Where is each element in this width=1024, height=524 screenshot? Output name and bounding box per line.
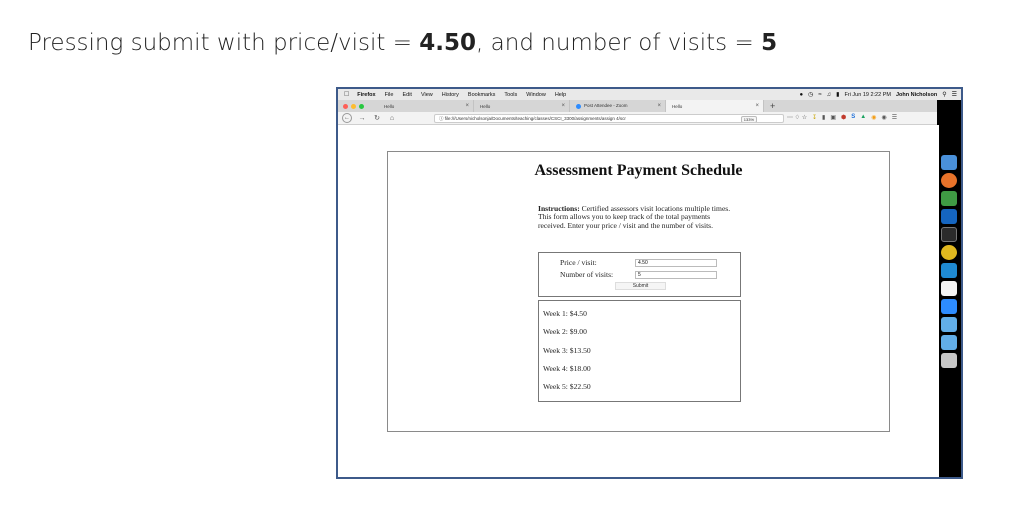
page-title: Assessment Payment Schedule — [534, 162, 743, 179]
back-arrow-icon[interactable]: ← — [342, 113, 352, 123]
tab-hello-1[interactable]: Hello × — [378, 100, 474, 112]
zoom-favicon-icon — [576, 103, 581, 109]
word-icon[interactable] — [941, 281, 957, 296]
menu-history[interactable]: History — [442, 92, 459, 98]
menu-file[interactable]: File — [385, 92, 394, 98]
reload-icon[interactable]: ↻ — [372, 114, 382, 122]
sidebar-icon[interactable]: ▣ — [830, 114, 836, 121]
pocket-icon[interactable]: ♢ — [795, 115, 800, 121]
menu-help[interactable]: Help — [555, 92, 566, 98]
tab-bar: Hello × Hello × Post Attendee - Zoom × H… — [338, 100, 961, 112]
hamburger-menu-icon[interactable]: ☰ — [892, 114, 897, 121]
browser-screenshot:  Firefox File Edit View History Bookmar… — [336, 87, 963, 479]
menu-view[interactable]: View — [421, 92, 433, 98]
visits-input[interactable]: 5 — [635, 271, 717, 279]
caption-visits: 5 — [761, 30, 778, 56]
result-week-5: Week 5: $22.50 — [543, 382, 591, 391]
menu-edit[interactable]: Edit — [402, 92, 411, 98]
spotlight-icon[interactable]: ⚲ — [942, 91, 946, 98]
s-extension-icon[interactable]: S — [851, 114, 855, 121]
close-tab-icon[interactable]: × — [465, 103, 469, 109]
caption-middle: , and number of visits = — [476, 30, 762, 56]
vim-icon[interactable] — [941, 191, 957, 206]
notification-center-icon[interactable]: ☰ — [952, 91, 957, 98]
honey-ext-icon[interactable]: ◉ — [871, 114, 876, 121]
maximize-window-icon[interactable] — [359, 103, 364, 109]
result-week-4: Week 4: $18.00 — [543, 364, 591, 373]
close-window-icon[interactable] — [343, 103, 348, 109]
extension-icons: ↧ ▮ ▣ ⬢ S ▲ ◉ ◉ ☰ — [812, 114, 897, 121]
web-content: Assessment Payment Schedule Instructions… — [338, 125, 939, 477]
slide-caption: Pressing submit with price/visit = 4.50,… — [28, 30, 777, 56]
folder-icon[interactable] — [941, 317, 957, 332]
result-week-1: Week 1: $4.50 — [543, 309, 587, 318]
close-tab-icon[interactable]: × — [561, 103, 565, 109]
menubar-clock[interactable]: Fri Jun 19 2:22 PM — [844, 92, 890, 98]
finder-icon[interactable] — [941, 155, 957, 170]
payment-results: Week 1: $4.50 Week 2: $9.00 Week 3: $13.… — [538, 300, 741, 402]
new-tab-icon[interactable]: + — [770, 101, 775, 111]
home-icon[interactable]: ⌂ — [387, 115, 397, 122]
tab-label: Hello — [672, 103, 683, 109]
status-area: ● ◷ ≈ ♫ ▮ Fri Jun 19 2:22 PM John Nichol… — [800, 89, 958, 100]
nav-toolbar: ← → ↻ ⌂ ⓘ file:///Users/nicholsonja/Docu… — [338, 112, 961, 125]
drive-ext-icon[interactable]: ▲ — [860, 114, 866, 121]
visits-label: Number of visits: — [560, 270, 614, 279]
url-text: file:///Users/nicholsonja/Documents/teac… — [444, 116, 626, 121]
battery-icon[interactable]: ▮ — [836, 91, 839, 98]
downloads-icon[interactable] — [941, 335, 957, 350]
vscode-icon[interactable] — [941, 263, 957, 278]
page-actions: ⋯ ♢ ☆ — [787, 114, 807, 121]
price-input[interactable]: 4.50 — [635, 259, 717, 267]
menu-window[interactable]: Window — [526, 92, 546, 98]
record-icon[interactable]: ● — [800, 92, 804, 98]
zoom-level[interactable]: 133% — [740, 116, 757, 122]
tab-label: Hello — [480, 103, 491, 109]
more-actions-icon[interactable]: ⋯ — [787, 115, 793, 121]
firefox-icon[interactable] — [941, 173, 957, 188]
result-week-3: Week 3: $13.50 — [543, 346, 591, 355]
terminal-icon[interactable] — [941, 227, 957, 242]
outlook-icon[interactable] — [941, 209, 957, 224]
tab-hello-2[interactable]: Hello × — [474, 100, 570, 112]
menu-bookmarks[interactable]: Bookmarks — [468, 92, 496, 98]
instructions: Instructions: Certified assessors visit … — [538, 204, 738, 230]
menubar-user[interactable]: John Nicholson — [896, 92, 937, 98]
url-bar[interactable]: ⓘ file:///Users/nicholsonja/Documents/te… — [434, 114, 784, 123]
caption-price: 4.50 — [419, 30, 477, 56]
privacy-ext-icon[interactable]: ◉ — [881, 114, 886, 121]
time-machine-icon[interactable]: ◷ — [808, 91, 813, 98]
zoom-icon[interactable] — [941, 299, 957, 314]
library-icon[interactable]: ▮ — [822, 114, 825, 121]
tab-label: Hello — [384, 103, 395, 109]
tab-hello-active[interactable]: Hello × — [666, 100, 764, 112]
downloads-ext-icon[interactable]: ↧ — [812, 114, 817, 121]
tab-label: Post Attendee - Zoom — [584, 103, 628, 109]
close-tab-icon[interactable]: × — [657, 103, 661, 109]
macos-menubar:  Firefox File Edit View History Bookmar… — [338, 89, 961, 100]
submit-button[interactable]: Submit — [615, 282, 666, 290]
macos-dock — [937, 100, 961, 477]
trash-icon[interactable] — [941, 353, 957, 368]
close-tab-icon[interactable]: × — [755, 103, 759, 109]
minimize-window-icon[interactable] — [351, 103, 356, 109]
ublock-icon[interactable]: ⬢ — [841, 114, 846, 121]
apple-icon[interactable]:  — [344, 91, 349, 98]
result-week-2: Week 2: $9.00 — [543, 327, 587, 336]
payment-form: Price / visit: 4.50 Number of visits: 5 … — [538, 252, 741, 297]
window-controls — [338, 103, 378, 109]
wifi-icon[interactable]: ≈ — [818, 92, 821, 98]
forward-arrow-icon[interactable]: → — [357, 115, 367, 122]
menu-tools[interactable]: Tools — [504, 92, 517, 98]
page-container: Assessment Payment Schedule Instructions… — [387, 151, 890, 432]
price-label: Price / visit: — [560, 258, 597, 267]
bookmark-star-icon[interactable]: ☆ — [802, 115, 807, 121]
caption-lead: Pressing submit with price/visit = — [28, 30, 420, 56]
menu-firefox[interactable]: Firefox — [357, 92, 375, 98]
tab-zoom[interactable]: Post Attendee - Zoom × — [570, 100, 666, 112]
chrome-icon[interactable] — [941, 245, 957, 260]
volume-icon[interactable]: ♫ — [827, 92, 832, 98]
